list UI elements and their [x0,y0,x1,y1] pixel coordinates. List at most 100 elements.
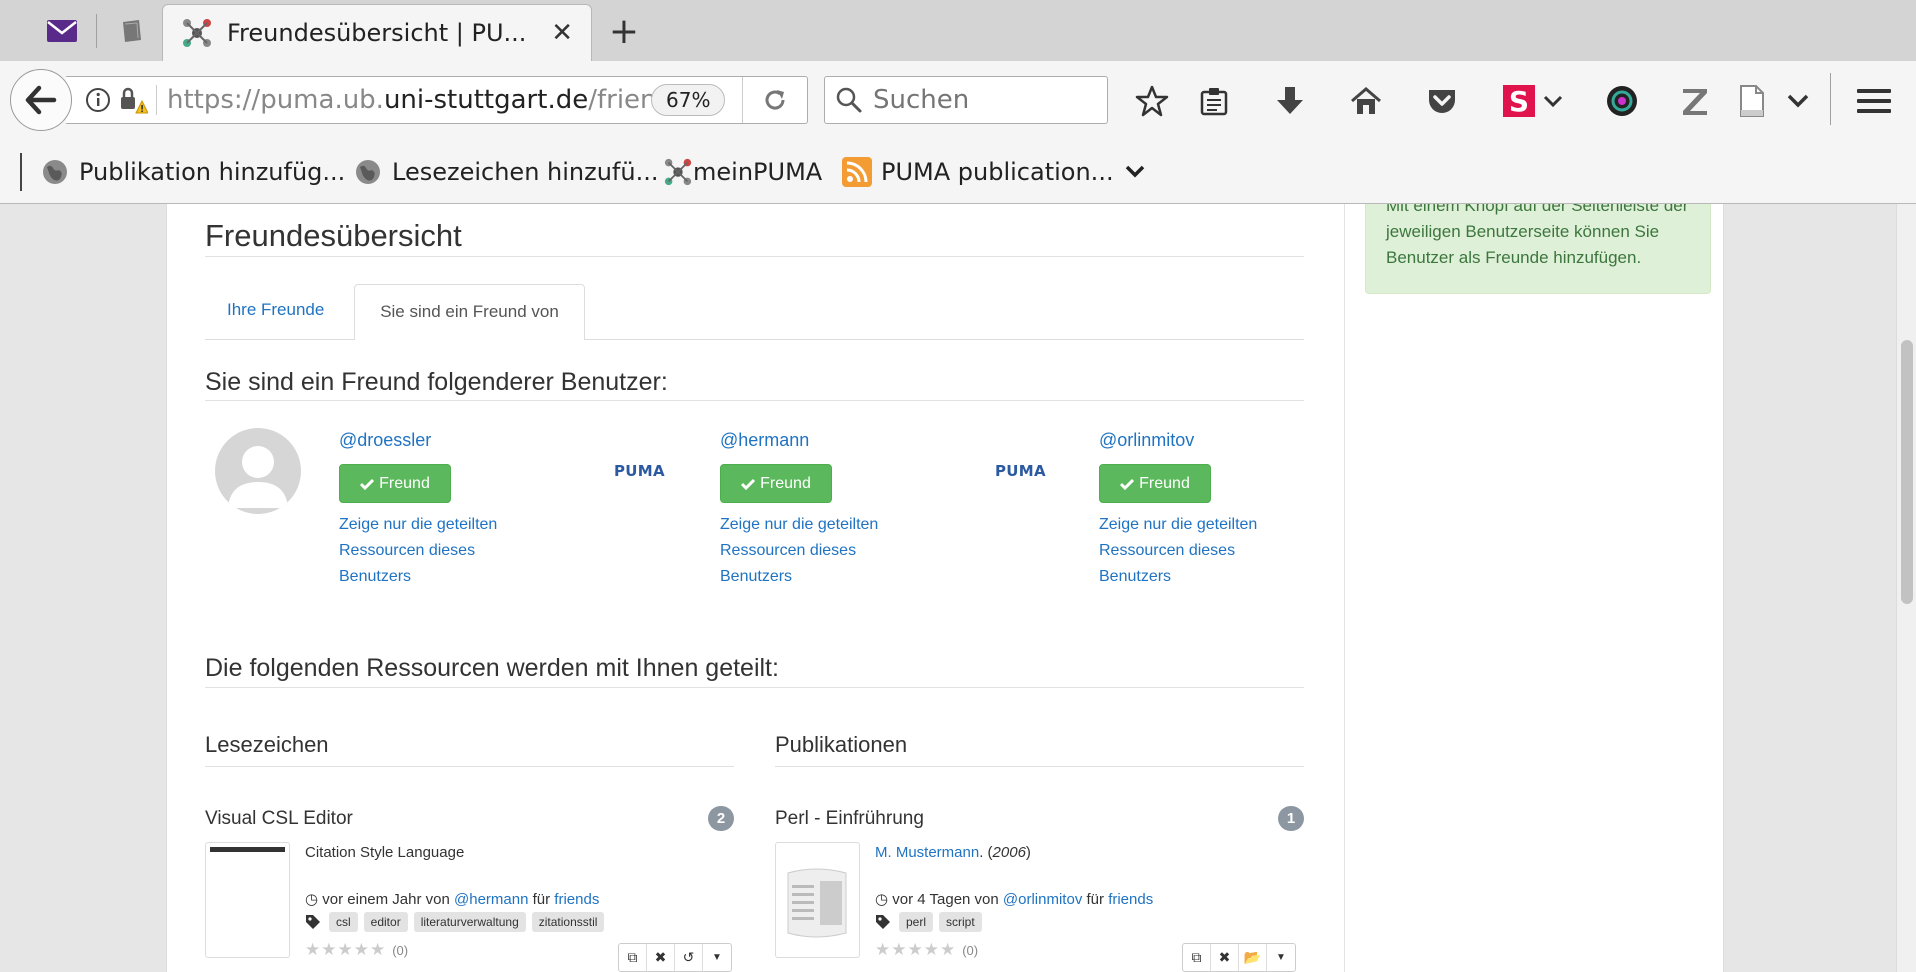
search-input[interactable] [873,85,1093,115]
bookmark-group-link[interactable]: friends [554,891,599,908]
chevron-down-icon[interactable] [1124,164,1146,180]
publication-thumbnail[interactable] [775,842,860,958]
title-divider [205,256,1304,257]
pocket-button[interactable] [1420,81,1464,121]
friend-shared-resources-link[interactable]: Zeige nur die geteilten Ressourcen diese… [1099,512,1289,590]
close-tab-icon[interactable]: ✕ [551,18,573,48]
back-button[interactable] [10,69,72,131]
bookmark-thumbnail[interactable] [205,842,290,958]
extension-s-dropdown[interactable] [1541,81,1565,121]
tag[interactable]: perl [899,912,934,932]
bookmark-lesezeichen[interactable]: Lesezeichen hinzufü... [353,155,658,189]
bookmark-rating[interactable]: ★★★★★ (0) [305,940,408,960]
tab-title: Freundesübersicht | PU... [227,19,527,47]
tab-sie-sind-ein-freund-von[interactable]: Sie sind ein Freund von [354,284,585,340]
insecure-lock-icon[interactable] [118,85,148,115]
tags-icon [306,915,320,929]
tag[interactable]: literaturverwaltung [413,912,526,932]
copy-button[interactable]: ⧉ [619,944,647,971]
downloads-button[interactable] [1268,81,1312,121]
info-alert: Mit einem Knopf auf der Seitenleiste der… [1365,204,1711,294]
friend-username[interactable]: @hermann [720,430,809,451]
toolbar-separator [1830,73,1831,125]
extension-s-button[interactable]: S [1497,81,1541,121]
friend-username[interactable]: @droessler [339,430,431,451]
publication-meta: ◷ vor 4 Tagen von @orlinmitov für friend… [875,890,1153,908]
publication-tags: perl script [875,912,988,932]
vertical-scrollbar[interactable] [1896,204,1916,972]
tag[interactable]: script [939,912,982,932]
puma-favicon [183,19,211,47]
caret-down-icon: ▼ [1276,952,1286,963]
friend-button[interactable]: Freund [1099,464,1211,503]
publication-group-link[interactable]: friends [1108,891,1153,908]
pinned-tab-2[interactable] [112,10,152,52]
friends-divider [205,400,1304,401]
friend-button[interactable]: Freund [720,464,832,503]
rating-count: (0) [392,942,409,958]
friend-button[interactable]: Freund [339,464,451,503]
home-button[interactable] [1344,81,1388,121]
active-tab[interactable]: Freundesübersicht | PU... ✕ [162,4,592,61]
main-menu-button[interactable] [1852,81,1896,121]
delete-button[interactable]: ✖ [1211,944,1239,971]
friend-avatar-puma[interactable]: PUMA [995,462,1046,480]
for-label: für [1086,891,1105,908]
friend-avatar-puma[interactable]: PUMA [614,462,665,480]
url-prefix: https://puma.ub. [167,85,384,115]
friend-username[interactable]: @orlinmitov [1099,430,1194,451]
publication-user-link[interactable]: @orlinmitov [1003,891,1082,908]
copy-button[interactable]: ⧉ [1183,944,1211,971]
pocket-icon [1429,90,1455,113]
tag[interactable]: csl [329,912,358,932]
alert-text: Mit einem Knopf auf der Seitenleiste der… [1386,204,1689,267]
bookmark-description: Citation Style Language [305,844,465,861]
copy-icon: ⧉ [627,949,638,965]
bookmark-count-badge: 2 [708,806,734,831]
rss-icon [842,157,872,187]
page-save-button[interactable] [1730,81,1774,121]
pinned-tab-mail[interactable] [42,10,82,52]
zotero-button[interactable] [1673,81,1717,121]
friend-shared-resources-link[interactable]: Zeige nur die geteilten Ressourcen diese… [339,512,529,590]
bookmark-publikation[interactable]: Publikation hinzufüg... [40,155,345,189]
chevron-down-icon [1543,95,1563,108]
url-text[interactable]: https://puma.ub.uni-stuttgart.de/frien [167,85,652,115]
more-actions-button[interactable]: ▼ [1267,944,1295,971]
bookmark-puma-feed[interactable]: PUMA publication... [842,155,1146,189]
publication-time: vor 4 Tagen von [892,891,999,908]
tag[interactable]: zitationsstil [531,912,605,932]
publication-citation: M. Mustermann. (2006) [875,844,1031,861]
tag[interactable]: editor [363,912,408,932]
reload-button[interactable] [742,77,806,123]
scrollbar-thumb[interactable] [1901,340,1913,604]
bookmarks-heading: Lesezeichen [205,732,329,757]
publication-author-link[interactable]: M. Mustermann [875,844,979,861]
star-icon [1135,85,1169,117]
delete-button[interactable]: ✖ [647,944,675,971]
bookmark-star-button[interactable] [1130,81,1174,121]
open-folder-button[interactable]: 📂 [1239,944,1267,971]
url-bar[interactable]: https://puma.ub.uni-stuttgart.de/frien 6… [66,76,808,124]
bookmark-user-link[interactable]: @hermann [454,891,528,908]
more-actions-button[interactable]: ▼ [703,944,731,971]
zoom-indicator[interactable]: 67% [651,84,726,116]
friend-avatar-default[interactable] [215,428,301,514]
extension-camera-button[interactable] [1600,81,1644,121]
search-bar[interactable] [824,76,1108,124]
bookmark-meinpuma[interactable]: meinPUMA [663,155,822,189]
back-arrow-icon [25,85,57,115]
tab-ihre-freunde[interactable]: Ihre Freunde [227,300,324,320]
close-icon: ✖ [654,949,667,965]
bookmarks-menu-button[interactable] [1192,81,1236,121]
friend-shared-resources-link[interactable]: Zeige nur die geteilten Ressourcen diese… [720,512,910,590]
star-rating-icon: ★★★★★ [875,940,957,959]
new-tab-button[interactable]: + [604,10,644,52]
publication-rating[interactable]: ★★★★★ (0) [875,940,978,960]
page-save-dropdown[interactable] [1778,81,1818,121]
history-button[interactable]: ↺ [675,944,703,971]
publication-title[interactable]: Perl - Einfrührung [775,808,924,830]
page-title: Freundesübersicht [205,218,462,253]
info-icon[interactable] [84,86,112,114]
bookmark-title[interactable]: Visual CSL Editor [205,808,353,830]
